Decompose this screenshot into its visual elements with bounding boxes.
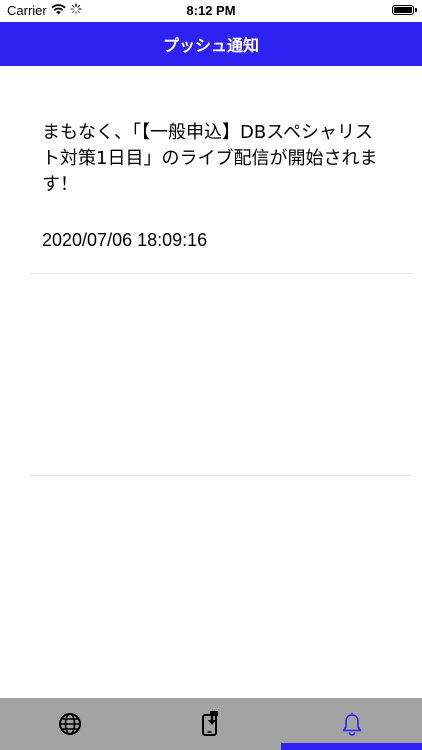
bell-icon: [341, 712, 363, 736]
tab-web[interactable]: [0, 698, 141, 750]
status-time: 8:12 PM: [186, 3, 236, 18]
tab-download[interactable]: [141, 698, 282, 750]
download-phone-icon: [199, 711, 223, 737]
notification-message: まもなく、「【一般申込】DBスペシャリスト対策1日目」のライブ配信が開始されます…: [42, 122, 378, 195]
battery-icon: [392, 5, 417, 15]
notification-timestamp: 2020/07/06 18:09:16: [42, 230, 208, 250]
page-title: プッシュ通知: [162, 36, 259, 55]
tab-notifications[interactable]: [281, 698, 422, 750]
list-item[interactable]: まもなく、「【一般申込】DBスペシャリスト対策1日目」のライブ配信が開始されます…: [30, 66, 412, 274]
tab-bar: [0, 698, 422, 750]
notification-list: まもなく、「【一般申込】DBスペシャリスト対策1日目」のライブ配信が開始されます…: [0, 66, 422, 476]
globe-icon: [58, 712, 82, 736]
status-bar: Carrier 8:12 PM: [0, 0, 422, 22]
nav-bar: プッシュ通知: [0, 22, 422, 66]
empty-list-row: [30, 274, 412, 476]
